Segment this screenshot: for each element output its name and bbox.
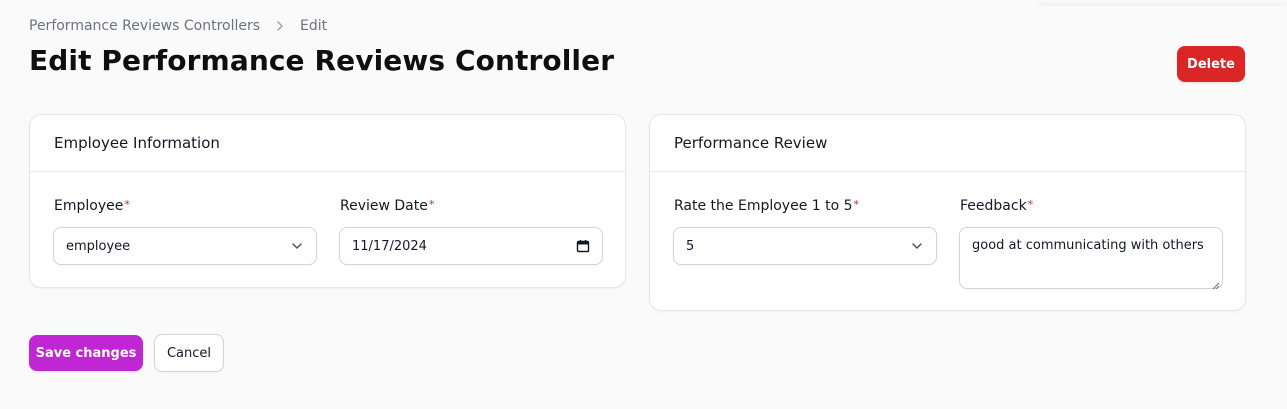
topbar-edge (1040, 0, 1287, 3)
calendar-icon[interactable] (576, 239, 590, 253)
review-date-field-label: Review Date* (340, 198, 435, 214)
required-marker: * (428, 198, 435, 211)
employee-select[interactable]: employee (53, 227, 317, 265)
rating-select[interactable]: 5 (673, 227, 937, 265)
employee-select-value: employee (66, 238, 131, 254)
delete-button[interactable]: Delete (1177, 46, 1245, 82)
required-marker: * (124, 198, 130, 211)
breadcrumb: Performance Reviews Controllers Edit (29, 18, 327, 34)
breadcrumb-current: Edit (300, 18, 328, 34)
breadcrumb-parent-link[interactable]: Performance Reviews Controllers (29, 18, 260, 34)
card-heading: Employee Information (30, 115, 625, 172)
chevron-down-icon (290, 239, 304, 253)
chevron-down-icon (910, 239, 924, 253)
feedback-textarea-value: good at communicating with others (972, 238, 1204, 253)
feedback-field-label: Feedback* (960, 198, 1034, 214)
card-heading: Performance Review (650, 115, 1245, 172)
rating-field-label: Rate the Employee 1 to 5* (674, 198, 860, 214)
chevron-right-icon (274, 20, 286, 32)
save-changes-button[interactable]: Save changes (29, 335, 143, 371)
employee-information-card: Employee Information Employee* employee … (29, 114, 626, 288)
required-marker: * (853, 198, 860, 211)
rating-select-value: 5 (686, 238, 695, 254)
page-title: Edit Performance Reviews Controller (29, 44, 615, 77)
resize-handle-icon[interactable] (1212, 278, 1220, 290)
cancel-button[interactable]: Cancel (154, 334, 224, 372)
required-marker: * (1027, 198, 1034, 211)
feedback-textarea[interactable]: good at communicating with others (959, 227, 1223, 290)
review-date-input[interactable]: 11/17/2024 (339, 227, 603, 265)
review-date-value: 11/17/2024 (352, 238, 427, 254)
performance-review-card: Performance Review Rate the Employee 1 t… (649, 114, 1246, 311)
employee-field-label: Employee* (54, 198, 130, 214)
